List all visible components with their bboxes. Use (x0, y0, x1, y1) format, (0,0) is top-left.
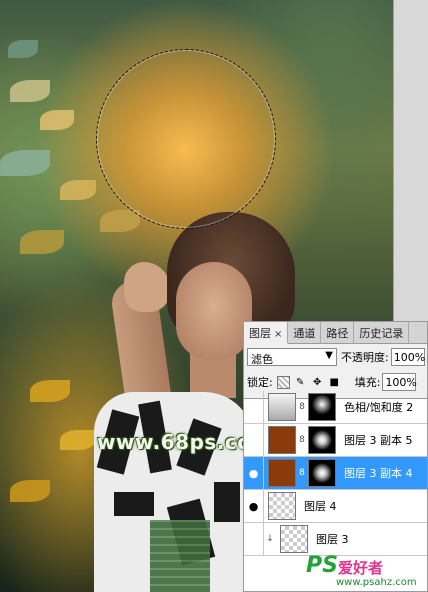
tab-history[interactable]: 历史记录 (354, 322, 410, 344)
close-icon[interactable]: × (274, 329, 282, 340)
visibility-toggle[interactable] (244, 423, 264, 457)
blend-mode-value: 滤色 (251, 353, 273, 366)
lock-label: 锁定: (247, 376, 273, 389)
tab-label: 通道 (293, 327, 316, 340)
adjustment-thumbnail (268, 393, 296, 421)
layer-row-selected[interactable]: ● 8 图层 3 副本 4 (244, 456, 427, 490)
ps-logo: PS 爱好者 www.psahz.com (306, 553, 424, 591)
layer-thumbnail (268, 492, 296, 520)
lock-paint-icon[interactable]: ✎ (294, 376, 307, 389)
layer-thumbnail (280, 525, 308, 553)
foliage-leaf (8, 40, 38, 58)
logo-url: www.psahz.com (336, 577, 417, 588)
tab-channels[interactable]: 通道 (288, 322, 322, 344)
eye-icon[interactable]: ● (244, 456, 264, 490)
lock-row: 锁定: ✎ ✥ ■ 填充: 100% (247, 372, 425, 392)
logo-brand: PS (306, 553, 338, 578)
layer-name: 图层 3 副本 5 (344, 434, 413, 447)
fill-label: 填充: (354, 376, 381, 389)
foliage-leaf (40, 110, 74, 130)
blend-mode-select[interactable]: 滤色 ▼ (247, 348, 337, 366)
layer-row[interactable]: ↓ 图层 3 (244, 522, 427, 556)
layer-mask-thumbnail[interactable] (308, 459, 336, 487)
foliage-leaf (0, 150, 50, 176)
layer-mask-thumbnail[interactable] (308, 426, 336, 454)
layer-name: 色相/饱和度 2 (344, 401, 414, 414)
tab-paths[interactable]: 路径 (321, 322, 355, 344)
foliage-leaf (10, 80, 50, 102)
link-icon: 8 (299, 402, 305, 412)
tab-layers[interactable]: 图层 × (244, 322, 289, 344)
fill-input[interactable]: 100% (382, 373, 417, 391)
layers-panel: 图层 × 通道 路径 历史记录 滤色 ▼ 不透明度: 100% 锁定: ✎ ✥ ■… (243, 321, 428, 592)
hand (124, 262, 170, 312)
link-icon: 8 (299, 435, 305, 445)
eye-icon[interactable]: ● (244, 489, 264, 523)
tab-label: 路径 (326, 327, 349, 340)
logo-cn: 爱好者 (338, 559, 384, 577)
lock-all-icon[interactable]: ■ (328, 376, 341, 389)
face (176, 262, 252, 360)
tab-label: 图层 (249, 327, 271, 340)
lock-transparency-icon[interactable] (276, 375, 290, 389)
layer-row[interactable]: 8 图层 3 副本 5 (244, 423, 427, 457)
foliage-leaf (100, 210, 140, 232)
link-icon: 8 (299, 468, 305, 478)
layer-mask-thumbnail[interactable] (308, 393, 336, 421)
layer-thumbnail (268, 459, 296, 487)
layer-row[interactable]: 8 色相/饱和度 2 (244, 390, 427, 424)
lock-move-icon[interactable]: ✥ (311, 376, 324, 389)
panel-tabs: 图层 × 通道 路径 历史记录 (244, 322, 427, 344)
shirt-mosaic (150, 520, 210, 592)
chevron-down-icon: ▼ (325, 350, 333, 361)
foliage-leaf (60, 430, 96, 450)
foliage-leaf (10, 480, 50, 502)
layer-name: 图层 3 副本 4 (344, 467, 413, 480)
layer-thumbnail (268, 426, 296, 454)
opacity-input[interactable]: 100% (390, 348, 425, 366)
foliage-leaf (60, 180, 96, 200)
visibility-toggle[interactable] (244, 390, 264, 424)
layer-row[interactable]: ● 图层 4 (244, 489, 427, 523)
blend-row: 滤色 ▼ 不透明度: 100% (247, 347, 425, 367)
visibility-toggle[interactable] (244, 522, 264, 556)
circular-selection-marquee[interactable] (96, 49, 276, 229)
clip-arrow-icon: ↓ (266, 534, 274, 544)
layer-name: 图层 3 (316, 533, 349, 546)
tab-label: 历史记录 (359, 327, 404, 340)
layer-name: 图层 4 (304, 500, 337, 513)
foliage-leaf (30, 380, 70, 402)
foliage-leaf (20, 230, 64, 254)
opacity-label: 不透明度: (341, 351, 389, 364)
